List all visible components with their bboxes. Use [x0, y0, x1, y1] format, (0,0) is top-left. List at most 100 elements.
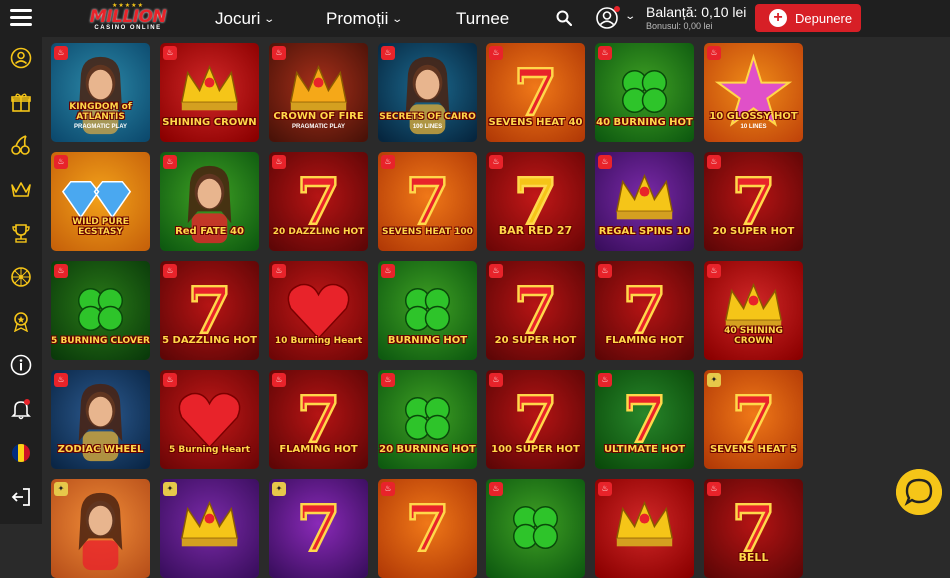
nav-turnee[interactable]: Turnee: [456, 9, 509, 29]
game-tile[interactable]: ♨ 10 Burning Heart: [269, 261, 368, 360]
nav-jocuri[interactable]: Jocuri ⌄: [215, 9, 276, 29]
game-title: 20 SUPER HOT: [712, 225, 795, 237]
game-title: CROWN OF FIRE: [273, 110, 364, 122]
game-title: 5 DAZZLING HOT: [162, 334, 257, 346]
flame-icon: ♨: [707, 482, 721, 496]
trophy-icon[interactable]: [10, 222, 32, 244]
game-tile[interactable]: 7 ♨ FLAMING HOT: [595, 261, 694, 360]
flame-icon: ♨: [54, 264, 68, 278]
medal-icon[interactable]: [10, 310, 32, 332]
flame-icon: ♨: [598, 46, 612, 60]
game-title: SEVENS HEAT 100: [382, 226, 473, 237]
logo-name: MILLION: [89, 7, 167, 27]
game-title: SEVENS HEAT 5: [709, 443, 798, 455]
game-tile[interactable]: ♨: [595, 479, 694, 578]
flame-icon: ♨: [598, 373, 612, 387]
game-tile[interactable]: 7 ♨ ULTIMATE HOT: [595, 370, 694, 469]
crown-icon[interactable]: [10, 178, 32, 200]
flame-icon: ♨: [381, 482, 395, 496]
flame-icon: ♨: [489, 482, 503, 496]
game-tile[interactable]: ♨ KINGDOM of ATLANTIS PRAGMATIC PLAY: [51, 43, 150, 142]
game-tile[interactable]: 7 ♨ 20 DAZZLING HOT: [269, 152, 368, 251]
flame-icon: ♨: [272, 373, 286, 387]
cherries-icon[interactable]: [10, 134, 32, 156]
game-provider: PRAGMATIC PLAY: [291, 124, 345, 130]
game-tile[interactable]: 7 ✦: [269, 479, 368, 578]
game-title: SECRETS OF CAIRO: [379, 111, 476, 122]
flame-icon: ♨: [54, 46, 68, 60]
game-tile[interactable]: 7 ♨ FLAMING HOT: [269, 370, 368, 469]
game-title: 5 Burning Heart: [168, 444, 251, 455]
game-tile[interactable]: ♨ SHINING CROWN: [160, 43, 259, 142]
flame-icon: ♨: [163, 373, 177, 387]
bell-icon[interactable]: [10, 398, 32, 420]
deposit-button[interactable]: + Depunere: [755, 4, 861, 32]
game-tile[interactable]: 7 ♨ SEVENS HEAT 40: [486, 43, 585, 142]
search-icon[interactable]: [556, 10, 572, 26]
game-tile[interactable]: ♨ REGAL SPINS 10: [595, 152, 694, 251]
romania-flag-icon[interactable]: [10, 442, 32, 464]
game-provider: PRAGMATIC PLAY: [73, 124, 127, 130]
game-tile[interactable]: ♨ ZODIAC WHEEL: [51, 370, 150, 469]
game-tile[interactable]: ♨ CROWN OF FIRE PRAGMATIC PLAY: [269, 43, 368, 142]
game-tile[interactable]: ♨: [486, 479, 585, 578]
game-tile[interactable]: ♨ 40 SHINING CROWN: [704, 261, 803, 360]
game-tile[interactable]: ✦: [160, 479, 259, 578]
game-tile[interactable]: ♨ 20 BURNING HOT: [378, 370, 477, 469]
chevron-down-icon: ⌄: [263, 13, 276, 25]
game-title: KINGDOM of ATLANTIS: [69, 102, 132, 122]
nav-label: Jocuri: [215, 9, 261, 28]
game-tile[interactable]: 7 ♨ BELL: [704, 479, 803, 578]
game-tile[interactable]: ♨ SECRETS OF CAIRO 100 LINES: [378, 43, 477, 142]
user-icon[interactable]: [10, 47, 32, 69]
game-tile[interactable]: ♨ 10 GLOSSY HOT 10 LINES: [704, 43, 803, 142]
chat-icon[interactable]: [896, 469, 942, 515]
gift-icon[interactable]: [10, 91, 32, 113]
game-tile[interactable]: 7 ♨: [378, 479, 477, 578]
game-tile[interactable]: ♨ BURNING HOT: [378, 261, 477, 360]
flame-icon: ♨: [707, 46, 721, 60]
nav-label: Promoții: [326, 9, 389, 28]
game-title: ULTIMATE HOT: [603, 443, 686, 455]
flame-icon: ♨: [489, 264, 503, 278]
game-tile[interactable]: ♨ Red FATE 40: [160, 152, 259, 251]
game-tile[interactable]: ✦: [51, 479, 150, 578]
game-title: BELL: [738, 551, 769, 565]
game-tile[interactable]: 7 ♨ SEVENS HEAT 100: [378, 152, 477, 251]
info-icon[interactable]: [10, 354, 32, 376]
sidebar: [0, 37, 42, 524]
flame-icon: ♨: [381, 155, 395, 169]
balance-text: Balanță: 0,10 lei: [646, 4, 747, 20]
game-tile[interactable]: ♨ 5 BURNING CLOVER: [51, 261, 150, 360]
flame-icon: ♨: [381, 264, 395, 278]
game-tile[interactable]: ♨ 40 BURNING HOT: [595, 43, 694, 142]
flame-icon: ♨: [163, 155, 177, 169]
game-tile[interactable]: 7 ✦ SEVENS HEAT 5: [704, 370, 803, 469]
menu-icon[interactable]: [10, 9, 32, 27]
chevron-down-icon[interactable]: ⌄: [624, 11, 636, 22]
flame-icon: ♨: [598, 482, 612, 496]
game-tile[interactable]: 7 ♨ 20 SUPER HOT: [486, 261, 585, 360]
game-tile[interactable]: 7 ♨ 100 SUPER HOT: [486, 370, 585, 469]
casino-logo[interactable]: ★★★★★ MILLION CASINO ONLINE: [86, 3, 170, 33]
logout-icon[interactable]: [10, 486, 32, 508]
game-title: 10 Burning Heart: [274, 335, 363, 346]
game-title: 20 SUPER HOT: [494, 334, 577, 346]
plus-icon: +: [769, 9, 787, 27]
flame-icon: ♨: [489, 46, 503, 60]
game-tile[interactable]: ♨ WILD PURE ECSTASY: [51, 152, 150, 251]
game-provider: 100 LINES: [412, 124, 443, 130]
game-tile[interactable]: 7 ♨ 20 SUPER HOT: [704, 152, 803, 251]
sparkle-icon: ✦: [707, 373, 721, 387]
logo-subtitle: CASINO ONLINE: [94, 25, 162, 31]
game-title: SEVENS HEAT 40: [488, 116, 583, 128]
game-tile[interactable]: 7 ♨ BAR RED 27: [486, 152, 585, 251]
game-tile[interactable]: ♨ 5 Burning Heart: [160, 370, 259, 469]
game-tile[interactable]: 7 ♨ 5 DAZZLING HOT: [160, 261, 259, 360]
nav-promotii[interactable]: Promoții ⌄: [326, 9, 403, 29]
game-title: 20 BURNING HOT: [379, 443, 476, 455]
bonus-text: Bonusul: 0,00 lei: [646, 21, 713, 31]
flame-icon: ♨: [381, 373, 395, 387]
wheel-icon[interactable]: [10, 266, 32, 288]
game-provider: 10 LINES: [740, 124, 767, 130]
